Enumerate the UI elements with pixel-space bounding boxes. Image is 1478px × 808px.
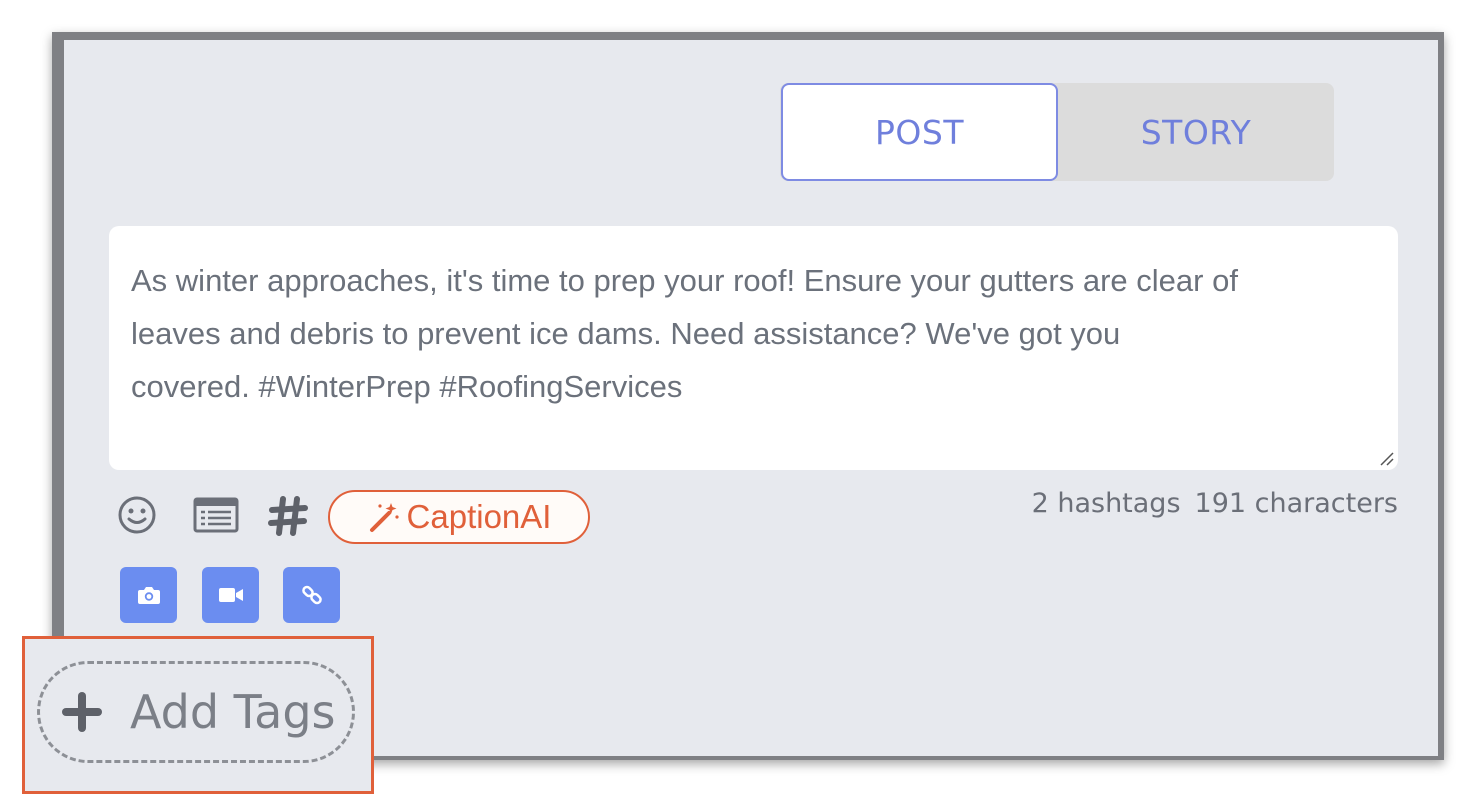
tab-story[interactable]: STORY <box>1058 83 1334 181</box>
emoji-icon[interactable] <box>116 494 158 536</box>
video-icon <box>218 588 243 602</box>
hashtag-icon[interactable] <box>266 494 310 538</box>
magic-wand-icon <box>369 503 399 532</box>
template-icon[interactable] <box>192 496 240 534</box>
add-link-button[interactable] <box>283 567 340 623</box>
add-video-button[interactable] <box>202 567 259 623</box>
caption-text[interactable]: As winter approaches, it's time to prep … <box>131 254 1398 413</box>
character-count: 191 characters <box>1194 488 1398 519</box>
camera-icon <box>137 587 160 604</box>
caption-ai-label: CaptionAI <box>406 498 552 535</box>
caption-ai-button[interactable]: CaptionAI <box>328 490 590 544</box>
hashtag-count: 2 hashtags <box>1031 488 1181 519</box>
add-tags-button[interactable]: Add Tags <box>37 661 355 763</box>
add-tags-label: Add Tags <box>130 685 336 739</box>
add-photo-button[interactable] <box>120 567 177 623</box>
caption-stats: 2 hashtags 191 characters <box>1032 488 1398 519</box>
resize-handle-icon[interactable] <box>1378 450 1394 466</box>
plus-icon <box>62 692 102 732</box>
link-icon <box>301 585 322 605</box>
post-type-toggle: POST STORY <box>780 83 1334 181</box>
caption-textarea[interactable]: As winter approaches, it's time to prep … <box>109 226 1398 470</box>
tab-post[interactable]: POST <box>781 83 1058 181</box>
